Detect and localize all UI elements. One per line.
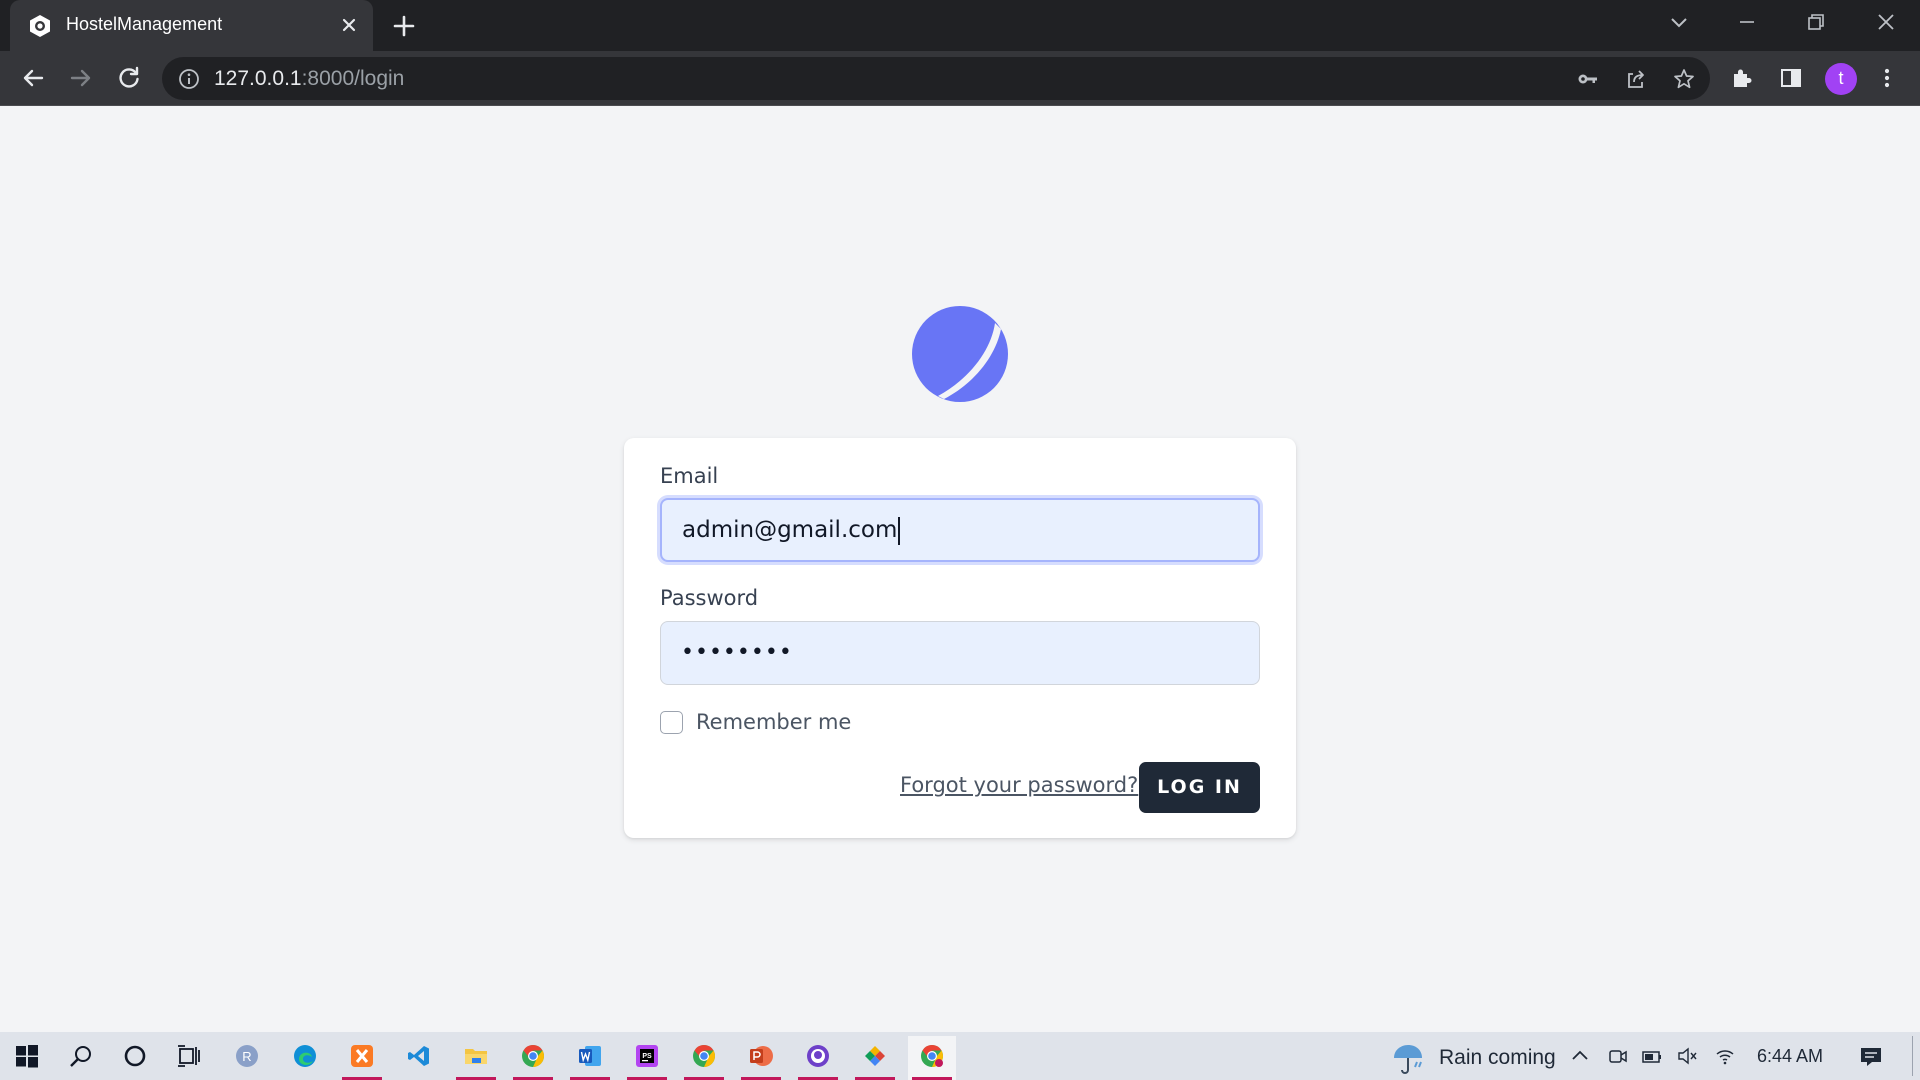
word-icon	[579, 1046, 601, 1066]
site-info-icon[interactable]	[178, 68, 200, 90]
task-view-icon	[178, 1045, 200, 1067]
git-app-button[interactable]	[851, 1036, 899, 1080]
forgot-password-link[interactable]: Forgot your password?	[900, 773, 1138, 797]
vscode-icon	[408, 1046, 429, 1066]
powerpoint-button[interactable]	[737, 1036, 785, 1080]
task-view-button[interactable]	[165, 1036, 213, 1080]
bookmark-star-icon[interactable]	[1672, 67, 1696, 91]
chrome-icon	[693, 1045, 715, 1067]
windows-taskbar: R PS	[0, 1032, 1920, 1080]
minimize-icon[interactable]	[1727, 6, 1767, 40]
reload-icon[interactable]	[114, 63, 144, 93]
new-tab-icon[interactable]	[389, 11, 419, 41]
chrome-button-2[interactable]	[680, 1036, 728, 1080]
github-desktop-button[interactable]	[794, 1036, 842, 1080]
search-icon	[70, 1046, 91, 1067]
chevron-up-icon[interactable]	[1569, 1045, 1591, 1067]
password-label: Password	[660, 586, 759, 610]
windows-logo-icon	[16, 1045, 38, 1068]
clock-time[interactable]: 6:44 AM	[1757, 1046, 1823, 1067]
weather-rain-icon[interactable]	[1390, 1040, 1426, 1076]
restore-icon[interactable]	[1796, 6, 1836, 40]
r-app-button[interactable]: R	[223, 1036, 271, 1080]
login-button[interactable]: LOG IN	[1139, 762, 1260, 813]
chrome-button[interactable]	[509, 1036, 557, 1080]
forward-icon[interactable]	[66, 63, 96, 93]
show-desktop-button[interactable]	[1912, 1036, 1913, 1076]
browser-toolbar: 127.0.0.1:8000/login t	[0, 51, 1920, 106]
battery-icon[interactable]	[1641, 1045, 1663, 1067]
app-logo-icon	[912, 306, 1008, 402]
remember-me-checkbox[interactable]	[660, 711, 683, 734]
git-app-icon	[865, 1046, 885, 1066]
file-explorer-button[interactable]	[452, 1036, 500, 1080]
meet-now-icon[interactable]	[1607, 1045, 1629, 1067]
password-field[interactable]: ••••••••	[660, 621, 1260, 685]
xampp-button[interactable]	[338, 1036, 386, 1080]
profile-avatar[interactable]: t	[1825, 63, 1857, 95]
r-app-icon: R	[236, 1045, 258, 1067]
chrome-icon	[522, 1045, 544, 1067]
phpstorm-icon: PS	[636, 1045, 658, 1067]
back-icon[interactable]	[18, 63, 48, 93]
password-key-icon[interactable]	[1576, 67, 1600, 91]
tab-favicon-icon	[30, 15, 50, 37]
edge-button[interactable]	[281, 1036, 329, 1080]
side-panel-icon[interactable]	[1778, 65, 1804, 91]
text-caret	[898, 516, 901, 545]
word-button[interactable]	[566, 1036, 614, 1080]
cortana-icon	[124, 1045, 146, 1067]
weather-text[interactable]: Rain coming	[1439, 1046, 1556, 1070]
folder-icon	[465, 1049, 487, 1064]
xampp-icon	[351, 1045, 373, 1067]
browser-titlebar: HostelManagement	[0, 0, 1920, 51]
tab-search-icon[interactable]	[1659, 6, 1699, 40]
chrome-button-3[interactable]	[908, 1036, 956, 1080]
email-label: Email	[660, 464, 719, 488]
browser-menu-icon[interactable]	[1874, 65, 1900, 91]
search-button[interactable]	[57, 1036, 105, 1080]
vscode-button[interactable]	[395, 1036, 443, 1080]
github-desktop-icon	[807, 1045, 829, 1067]
powerpoint-icon	[750, 1046, 773, 1066]
email-value: admin@gmail.com	[682, 517, 898, 543]
svg-text:R: R	[242, 1049, 251, 1064]
share-icon[interactable]	[1624, 67, 1648, 91]
address-bar[interactable]: 127.0.0.1:8000/login	[162, 57, 1710, 100]
volume-muted-icon[interactable]	[1676, 1045, 1698, 1067]
edge-icon	[294, 1045, 316, 1067]
tab-title: HostelManagement	[66, 14, 223, 34]
tab-close-icon[interactable]	[336, 12, 362, 38]
close-window-icon[interactable]	[1866, 6, 1906, 40]
extensions-icon[interactable]	[1730, 65, 1756, 91]
wifi-icon[interactable]	[1714, 1045, 1736, 1067]
phpstorm-button[interactable]: PS	[623, 1036, 671, 1080]
url-text[interactable]: 127.0.0.1:8000/login	[214, 67, 404, 91]
start-button[interactable]	[3, 1036, 51, 1080]
login-card: Email admin@gmail.com Password •••••••• …	[624, 438, 1296, 838]
notification-center-icon[interactable]	[1858, 1044, 1884, 1070]
chrome-icon	[921, 1045, 943, 1067]
cortana-button[interactable]	[111, 1036, 159, 1080]
svg-text:PS: PS	[642, 1053, 652, 1060]
remember-me-label[interactable]: Remember me	[696, 710, 851, 734]
email-field[interactable]: admin@gmail.com	[660, 498, 1260, 562]
browser-tab[interactable]: HostelManagement	[10, 0, 373, 51]
